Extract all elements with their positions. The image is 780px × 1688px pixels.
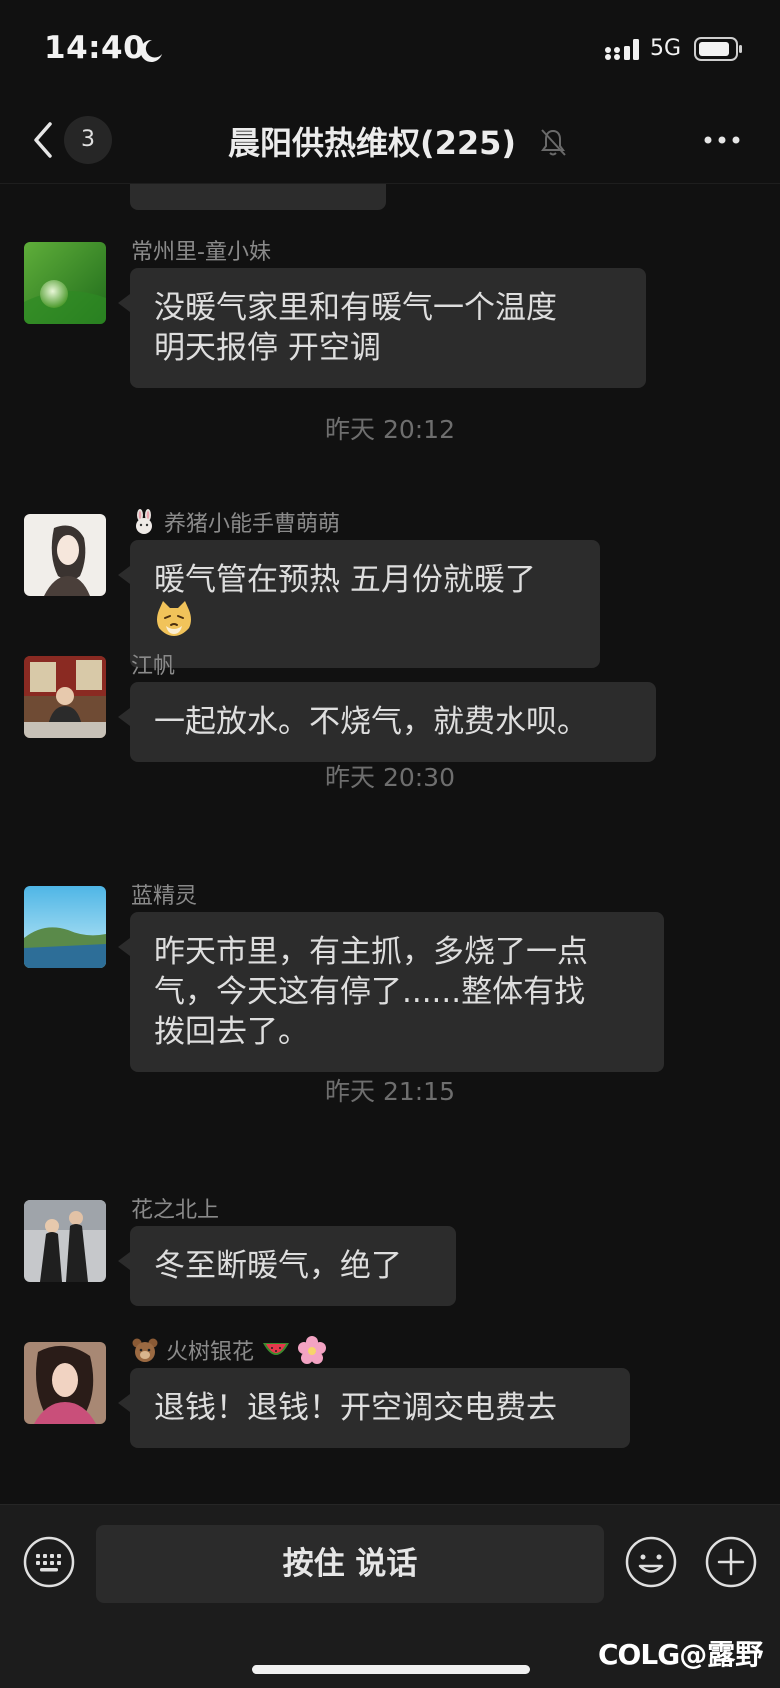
message-bubble[interactable]: 一起放水。不烧气，就费水呗。 [118, 682, 656, 762]
hold-to-talk-button[interactable]: 按住 说话 [96, 1525, 604, 1603]
timestamp: 昨天 20:30 [325, 763, 455, 792]
status-time: 14:40 [44, 30, 146, 66]
cat-emoji-icon [154, 600, 194, 648]
message-bubble[interactable]: 暖气管在预热 五月份就暖了 [118, 540, 600, 668]
message-bubble[interactable]: 冬至断暖气，绝了 [118, 1226, 456, 1306]
timestamp: 昨天 20:12 [325, 415, 455, 444]
sender-name: 蓝精灵 [131, 884, 198, 909]
flower-icon [298, 1336, 327, 1370]
avatar[interactable] [24, 656, 106, 738]
emoji-icon[interactable] [624, 1535, 678, 1589]
avatar[interactable] [24, 1200, 106, 1282]
sender-name: 火树银花 [131, 1334, 327, 1370]
sender-name: 花之北上 [131, 1198, 220, 1223]
keyboard-icon[interactable] [22, 1535, 76, 1589]
chat-title: 晨阳供热维权(225) [227, 124, 517, 162]
status-bar: 14:40 5G [0, 0, 780, 100]
sender-name: 常州里-童小妹 [131, 240, 271, 265]
mute-icon [541, 129, 566, 156]
rabbit-icon [131, 509, 157, 541]
home-indicator [252, 1665, 530, 1674]
more-icon[interactable] [702, 128, 742, 152]
timestamp: 昨天 21:15 [325, 1077, 455, 1106]
message-bubble[interactable]: 退钱！退钱！开空调交电费去 [118, 1368, 630, 1448]
bear-icon [131, 1337, 159, 1369]
avatar[interactable] [24, 886, 106, 968]
previous-message-bubble [130, 184, 386, 210]
chat-header: 3 晨阳供热维权(225) [0, 100, 780, 184]
message-bubble[interactable]: 昨天市里，有主抓，多烧了一点 气，今天这有停了......整体有找 拨回去了。 [118, 912, 664, 1072]
moon-icon [140, 39, 162, 62]
network-label: 5G [650, 36, 682, 61]
signal-icon [605, 39, 639, 60]
sender-name: 养猪小能手曹萌萌 [131, 506, 340, 541]
avatar[interactable] [24, 514, 106, 596]
avatar[interactable] [24, 242, 106, 324]
message-bubble[interactable]: 没暖气家里和有暖气一个温度 明天报停 开空调 [118, 268, 646, 388]
plus-icon[interactable] [704, 1535, 758, 1589]
watermelon-icon [261, 1337, 291, 1369]
input-bar: 按住 说话 COLG@露野 [0, 1504, 780, 1688]
sender-name: 江帆 [131, 654, 176, 679]
watermark: COLG@露野 [598, 1638, 764, 1671]
battery-icon [694, 37, 742, 61]
message-list[interactable]: 常州里-童小妹 没暖气家里和有暖气一个温度 明天报停 开空调 昨天 20:12 [0, 184, 780, 1504]
avatar[interactable] [24, 1342, 106, 1424]
